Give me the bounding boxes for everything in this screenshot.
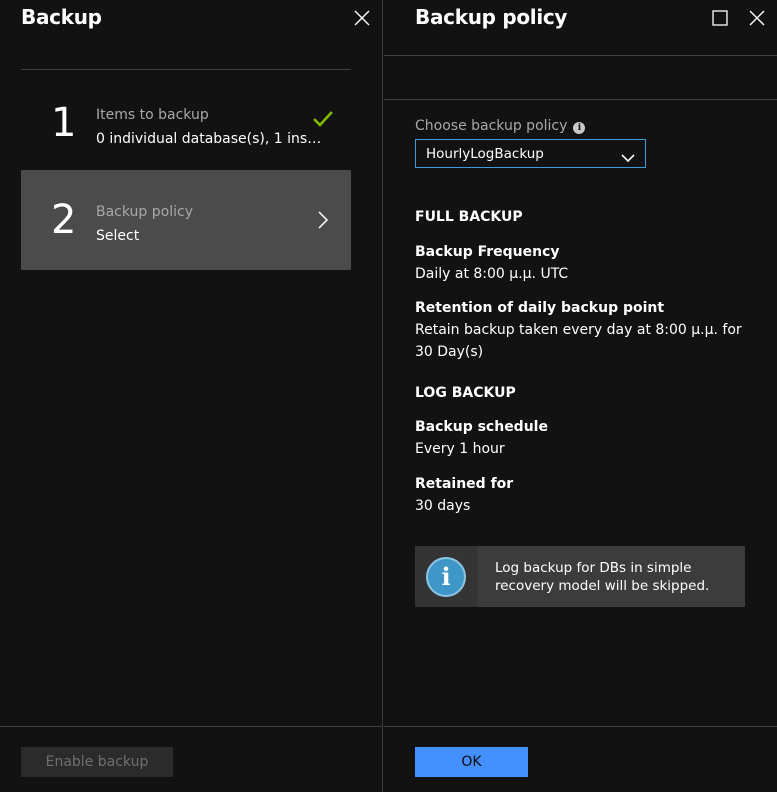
policy-dropdown[interactable]: HourlyLogBackup xyxy=(415,139,646,168)
chevron-right-icon xyxy=(317,210,329,234)
choose-policy-label: Choose backup policy i xyxy=(415,118,586,134)
info-message-text: Log backup for DBs in simple recovery mo… xyxy=(495,560,710,594)
step-title: Backup policy xyxy=(96,204,193,220)
ok-button[interactable]: OK xyxy=(415,747,528,777)
info-icon[interactable]: i xyxy=(573,122,586,134)
close-icon[interactable] xyxy=(748,9,768,29)
backup-blade: Backup 1 Items to backup 0 individual da… xyxy=(0,0,383,792)
backup-schedule-value: Every 1 hour xyxy=(415,441,505,457)
log-backup-heading: LOG BACKUP xyxy=(415,385,516,401)
info-icon: i xyxy=(426,557,466,597)
retained-for-label: Retained for xyxy=(415,476,514,492)
maximize-icon[interactable] xyxy=(712,10,732,30)
blade-title-backup: Backup xyxy=(21,5,102,29)
backup-schedule-label: Backup schedule xyxy=(415,419,548,435)
choose-policy-label-text: Choose backup policy xyxy=(415,118,568,134)
info-icon-cell: i xyxy=(415,546,478,607)
header-divider xyxy=(384,55,777,56)
checkmark-icon xyxy=(313,111,333,133)
close-icon[interactable] xyxy=(353,9,373,29)
footer-divider xyxy=(384,726,777,727)
retention-value: Retain backup taken every day at 8:00 μ.… xyxy=(415,322,742,360)
backup-policy-blade: Backup policy Choose backup policy i Hour… xyxy=(384,0,777,792)
step-value: 0 individual database(s), 1 insta... xyxy=(96,131,326,147)
step-value: Select xyxy=(96,228,140,244)
full-backup-heading: FULL BACKUP xyxy=(415,209,523,225)
step-items-to-backup[interactable]: 1 Items to backup 0 individual database(… xyxy=(21,73,351,173)
step-number: 1 xyxy=(51,100,77,146)
chevron-down-icon xyxy=(621,148,635,167)
enable-backup-button[interactable]: Enable backup xyxy=(21,747,173,777)
backup-frequency-label: Backup Frequency xyxy=(415,244,560,260)
retention-label: Retention of daily backup point xyxy=(415,300,665,316)
divider xyxy=(21,69,351,70)
policy-dropdown-value: HourlyLogBackup xyxy=(426,146,544,162)
step-title: Items to backup xyxy=(96,107,209,123)
step-backup-policy[interactable]: 2 Backup policy Select xyxy=(21,170,351,270)
footer-divider xyxy=(0,726,383,727)
toolbar-divider xyxy=(384,99,777,100)
blade-title-backup-policy: Backup policy xyxy=(415,5,568,29)
info-message-box: i Log backup for DBs in simple recovery … xyxy=(415,546,745,607)
retained-for-value: 30 days xyxy=(415,498,471,514)
step-number: 2 xyxy=(51,197,77,243)
backup-frequency-value: Daily at 8:00 μ.μ. UTC xyxy=(415,266,569,282)
